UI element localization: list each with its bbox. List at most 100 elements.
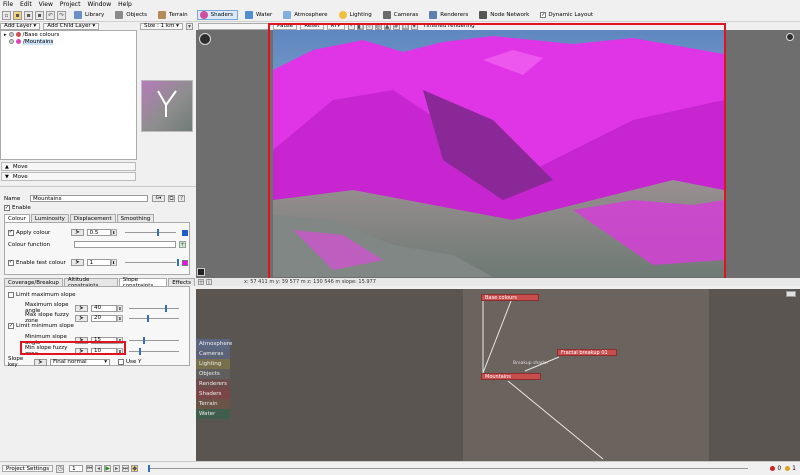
node-canvas[interactable]: Base colours Fractal breakup 01 Breakup … — [463, 289, 709, 461]
menu-view[interactable]: View — [39, 1, 53, 8]
test-colour-slider[interactable] — [124, 259, 179, 266]
open-folder-icon[interactable]: ▪ — [13, 10, 22, 20]
last-frame-icon[interactable]: ⏭ — [122, 465, 130, 472]
error-indicators[interactable]: 0 1 — [770, 465, 796, 472]
apply-colour-spinner[interactable]: ⬍ — [110, 229, 117, 236]
timeline-slider[interactable] — [148, 465, 749, 472]
node-network-button[interactable]: Node Network — [477, 10, 533, 20]
dynamic-layout-checkbox[interactable]: ✓ — [540, 12, 547, 18]
keyframe-icon[interactable]: ◆ — [131, 465, 139, 472]
menu-edit[interactable]: Edit — [20, 1, 32, 8]
slider-knob[interactable] — [139, 347, 141, 355]
limit-max-slope-checkbox[interactable] — [8, 292, 14, 298]
slider-knob[interactable] — [156, 229, 159, 236]
frame-field[interactable]: 1 — [69, 465, 84, 472]
category-shaders[interactable]: Shaders — [196, 389, 230, 399]
expand-icon[interactable]: ▸ — [4, 32, 7, 38]
objects-button[interactable]: Objects — [113, 10, 151, 20]
node-panel-toggle[interactable] — [786, 291, 796, 297]
slider-knob[interactable] — [176, 259, 179, 266]
terrain-button[interactable]: Terrain — [156, 10, 192, 20]
max-slope-angle-function-button[interactable]: ƒ▸ — [75, 304, 88, 312]
move-down-button[interactable]: ▼ Move — [1, 172, 136, 181]
use-y-checkbox[interactable] — [118, 359, 124, 365]
undo-icon[interactable]: ↶ — [46, 10, 55, 20]
layer-checkbox-icon[interactable] — [8, 32, 14, 37]
max-slope-angle-slider[interactable] — [129, 304, 179, 312]
max-slope-fuzzy-value[interactable]: 20 — [91, 314, 117, 322]
tab-luminosity[interactable]: Luminosity — [30, 214, 69, 222]
project-settings-button[interactable]: Project Settings — [2, 465, 54, 472]
shaders-button[interactable]: Shaders — [196, 10, 238, 20]
max-slope-angle-spinner[interactable]: ⬍ — [117, 304, 123, 312]
redo-icon[interactable]: ↷ — [57, 10, 66, 20]
info-icon[interactable]: i — [206, 279, 212, 286]
max-slope-fuzzy-function-button[interactable]: ƒ▸ — [75, 314, 88, 322]
menu-file[interactable]: File — [3, 1, 13, 8]
tab-displacement[interactable]: Displacement — [69, 214, 116, 222]
min-slope-angle-slider[interactable] — [129, 336, 179, 344]
preview-size-dropdown[interactable]: Size : 1 km ▾ — [140, 22, 183, 30]
category-atmosphere[interactable]: Atmosphere — [196, 339, 232, 349]
test-colour-function-button[interactable]: ƒ▸ — [71, 259, 84, 266]
tab-slope-constraints[interactable]: Slope constraints — [118, 277, 168, 289]
view-size-dropdown[interactable] — [198, 22, 270, 30]
name-field[interactable]: Mountains — [30, 195, 148, 202]
prev-frame-icon[interactable]: ◂ — [95, 465, 103, 472]
move-up-button[interactable]: ▲ Move — [1, 162, 136, 171]
apply-colour-checkbox[interactable]: ✓ — [8, 229, 14, 236]
apply-colour-slider[interactable] — [124, 229, 177, 236]
limit-min-slope-checkbox[interactable]: ✓ — [8, 323, 14, 329]
slope-key-dropdown[interactable]: Final normal ▾ — [50, 358, 110, 366]
add-layer-button[interactable]: Add Layer ▾ — [0, 22, 41, 30]
timeline-knob[interactable] — [148, 465, 151, 472]
slider-knob[interactable] — [165, 304, 167, 312]
category-lighting[interactable]: Lighting — [196, 359, 230, 369]
copy-icon[interactable]: ⧉ — [168, 195, 175, 202]
tab-colour[interactable]: Colour — [4, 214, 30, 222]
test-colour-spinner[interactable]: ⬍ — [110, 259, 117, 266]
test-colour-value[interactable]: 1 — [86, 259, 111, 266]
enable-checkbox[interactable]: ✓ — [4, 205, 10, 211]
category-cameras[interactable]: Cameras — [196, 349, 230, 359]
tab-smoothing[interactable]: Smoothing — [116, 214, 155, 222]
tab-coverage-breakup[interactable]: Coverage/Breakup — [4, 278, 63, 286]
cameras-button[interactable]: Cameras — [381, 10, 422, 20]
slider-knob[interactable] — [147, 314, 149, 322]
colour-function-field[interactable] — [74, 241, 176, 248]
node-mountains[interactable]: Mountains — [481, 373, 541, 380]
name-options-button[interactable]: G▾ — [152, 195, 165, 202]
crosshair-icon[interactable]: + — [198, 279, 204, 286]
slider-knob[interactable] — [143, 336, 145, 344]
lighting-button[interactable]: Lighting — [337, 10, 376, 20]
layer-checkbox-icon[interactable] — [9, 39, 14, 44]
max-slope-fuzzy-spinner[interactable]: ⬍ — [117, 314, 123, 322]
first-frame-icon[interactable]: ⏮ — [86, 465, 94, 472]
menu-window[interactable]: Window — [87, 1, 111, 8]
category-terrain[interactable]: Terrain — [196, 399, 230, 409]
test-colour-swatch[interactable] — [182, 259, 188, 266]
water-button[interactable]: Water — [243, 10, 276, 20]
max-slope-angle-value[interactable]: 40 — [91, 304, 117, 312]
library-button[interactable]: Library — [72, 10, 108, 20]
atmosphere-button[interactable]: Atmosphere — [281, 10, 331, 20]
add-function-icon[interactable]: + — [179, 241, 186, 248]
enable-test-colour-checkbox[interactable]: ✓ — [8, 259, 14, 266]
new-project-icon[interactable]: ▫ — [2, 10, 11, 20]
add-child-layer-button[interactable]: Add Child Layer ▾ — [43, 22, 100, 30]
help-icon[interactable]: ? — [178, 195, 185, 202]
menu-project[interactable]: Project — [60, 1, 81, 8]
slope-key-function-button[interactable]: ƒ▸ — [34, 358, 47, 366]
tab-altitude-constraints[interactable]: Altitude constraints — [63, 277, 118, 289]
compass-icon[interactable] — [199, 33, 211, 45]
preview-options-icon[interactable]: ▾ — [185, 22, 193, 30]
dynamic-layout-toggle[interactable]: ✓ Dynamic Layout — [538, 10, 597, 20]
clock-icon[interactable]: ◷ — [56, 464, 65, 473]
save-icon[interactable]: ▪ — [24, 10, 33, 20]
category-objects[interactable]: Objects — [196, 369, 230, 379]
view-nav-icon[interactable] — [786, 33, 794, 41]
node-fractal-breakup[interactable]: Fractal breakup 01 — [557, 349, 617, 356]
category-water[interactable]: Water — [196, 409, 230, 419]
renderers-button[interactable]: Renderers — [427, 10, 472, 20]
play-icon[interactable]: ▶ — [104, 465, 112, 472]
